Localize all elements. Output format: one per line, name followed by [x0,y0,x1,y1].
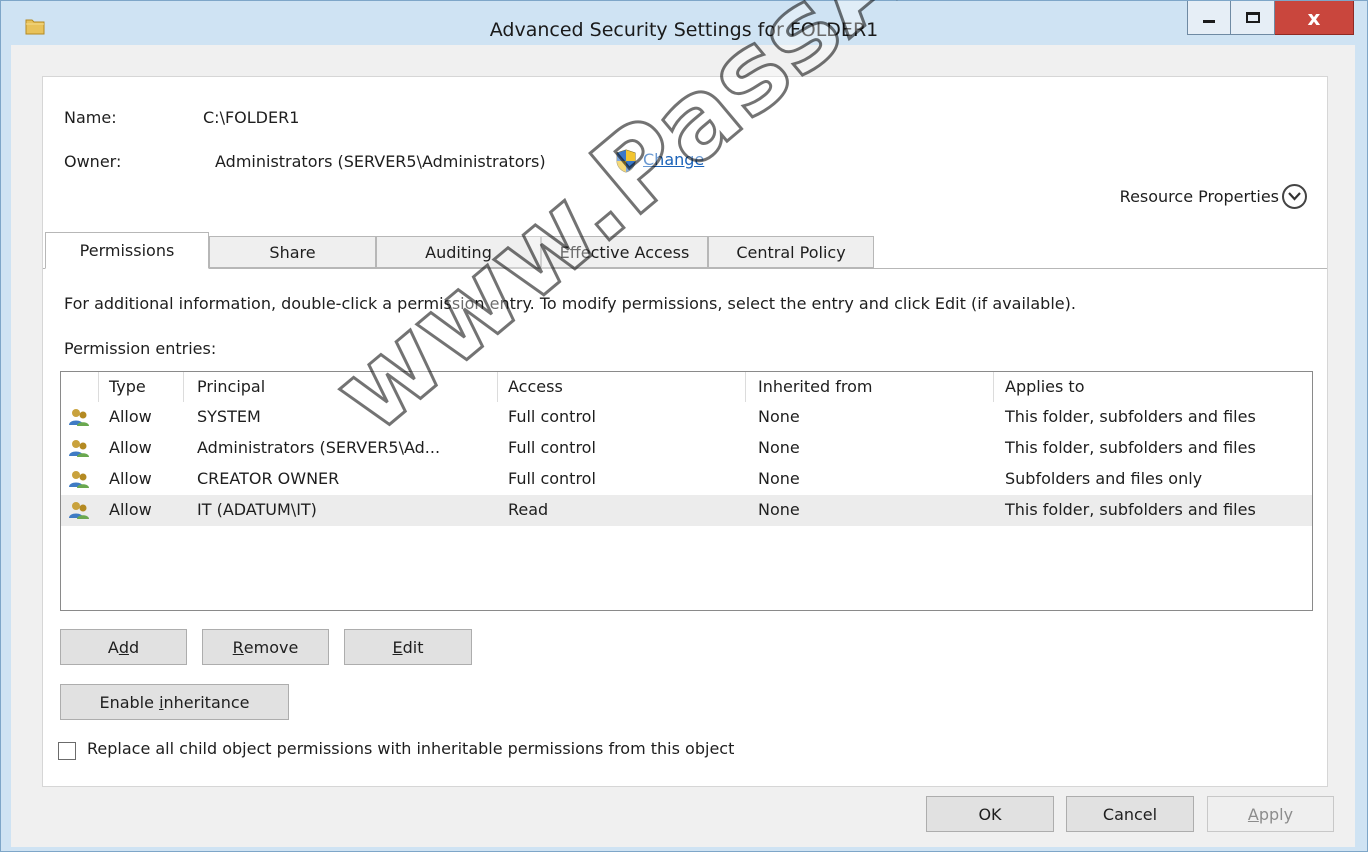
tab-share[interactable]: Share [209,236,376,268]
apply-button-text: pply [1258,804,1294,824]
tab-auditing[interactable]: Auditing [376,236,541,268]
entry-inherited-from: None [758,469,800,488]
edit-button-accesskey: E [392,637,403,657]
entry-inherited-from: None [758,438,800,457]
cancel-button[interactable]: Cancel [1066,796,1194,832]
resource-properties-expand-button[interactable] [1282,184,1307,209]
entry-type: Allow [109,500,152,519]
column-separator [497,372,498,402]
entry-principal: SYSTEM [197,407,261,426]
column-separator [993,372,994,402]
maximize-icon [1245,12,1260,23]
edit-button[interactable]: Edit [344,629,472,665]
enable-inheritance-text: Enable [99,692,160,712]
entry-principal: CREATOR OWNER [197,469,340,488]
add-button-text: A [107,637,119,657]
tab-divider [43,268,1327,269]
entry-type: Allow [109,438,152,457]
remove-button[interactable]: Remove [202,629,329,665]
shield-icon [616,149,636,173]
apply-button[interactable]: Apply [1207,796,1334,832]
ok-button[interactable]: OK [926,796,1054,832]
entry-applies-to: This folder, subfolders and files [1005,407,1256,426]
users-icon [69,502,89,519]
column-separator [183,372,184,402]
dialog-client-area: Name: C:\FOLDER1 Owner: Administrators (… [11,45,1355,847]
entry-principal: Administrators (SERVER5\Ad... [197,438,441,457]
close-button[interactable]: x [1275,1,1354,35]
edit-button-text: dit [402,637,424,657]
entry-access: Read [508,500,549,519]
resource-properties-label[interactable]: Resource Properties [1120,187,1279,206]
remove-button-accesskey: R [232,637,244,657]
apply-button-accesskey: A [1247,804,1259,824]
users-icon [69,440,89,457]
tab-effective-access[interactable]: Effective Access [541,236,708,268]
name-label: Name: [64,108,117,127]
entry-type: Allow [109,469,152,488]
chevron-down-icon [1288,192,1301,201]
entry-access: Full control [508,407,596,426]
add-button-accesskey: d [118,637,129,657]
add-button-text-rest: d [128,637,140,657]
column-separator [98,372,99,402]
enable-inheritance-text-rest: nheritance [163,692,250,712]
advanced-security-window: Advanced Security Settings for FOLDER1 x… [0,0,1368,852]
column-separator [745,372,746,402]
permission-entries-list[interactable]: Type Principal Access Inherited from App… [60,371,1313,611]
entry-inherited-from: None [758,407,800,426]
enable-inheritance-button[interactable]: Enable i nheritance [60,684,289,720]
column-header-principal[interactable]: Principal [197,372,265,402]
column-header-type[interactable]: Type [109,372,146,402]
window-title: Advanced Security Settings for FOLDER1 [489,19,879,41]
entry-principal: IT (ADATUM\IT) [197,500,317,519]
list-item-selected[interactable]: Allow IT (ADATUM\IT) Read None This fold… [61,495,1312,526]
name-value: C:\FOLDER1 [203,108,300,127]
entry-inherited-from: None [758,500,800,519]
add-button[interactable]: Add [60,629,187,665]
window-controls: x [1187,1,1354,37]
tab-central-policy[interactable]: Central Policy [708,236,874,268]
instructions-text: For additional information, double-click… [64,294,1076,313]
users-icon [69,471,89,488]
change-owner-link[interactable]: Change [643,150,704,169]
tab-permissions[interactable]: Permissions [45,232,209,269]
list-item[interactable]: Allow CREATOR OWNER Full control None Su… [61,464,1312,495]
content-panel: Name: C:\FOLDER1 Owner: Administrators (… [42,76,1328,787]
close-icon: x [1307,5,1321,30]
column-header-inherited-from[interactable]: Inherited from [758,372,872,402]
replace-child-permissions-checkbox[interactable] [58,742,76,760]
list-item[interactable]: Allow Administrators (SERVER5\Ad... Full… [61,433,1312,464]
minimize-button[interactable] [1187,1,1231,35]
entry-access: Full control [508,469,596,488]
remove-button-text: emove [243,637,299,657]
permission-entries-label: Permission entries: [64,339,217,358]
maximize-button[interactable] [1231,1,1275,35]
entry-applies-to: This folder, subfolders and files [1005,438,1256,457]
entry-applies-to: Subfolders and files only [1005,469,1203,488]
minimize-icon [1203,20,1215,23]
owner-value: Administrators (SERVER5\Administrators) [215,152,546,171]
entry-applies-to: This folder, subfolders and files [1005,500,1256,519]
title-bar[interactable]: Advanced Security Settings for FOLDER1 x [1,1,1367,45]
entry-access: Full control [508,438,596,457]
list-header: Type Principal Access Inherited from App… [61,372,1312,402]
replace-child-permissions-label[interactable]: Replace all child object permissions wit… [87,739,734,758]
owner-label: Owner: [64,152,122,171]
column-header-access[interactable]: Access [508,372,563,402]
entry-type: Allow [109,407,152,426]
column-header-applies-to[interactable]: Applies to [1005,372,1084,402]
list-item[interactable]: Allow SYSTEM Full control None This fold… [61,402,1312,433]
users-icon [69,409,89,426]
